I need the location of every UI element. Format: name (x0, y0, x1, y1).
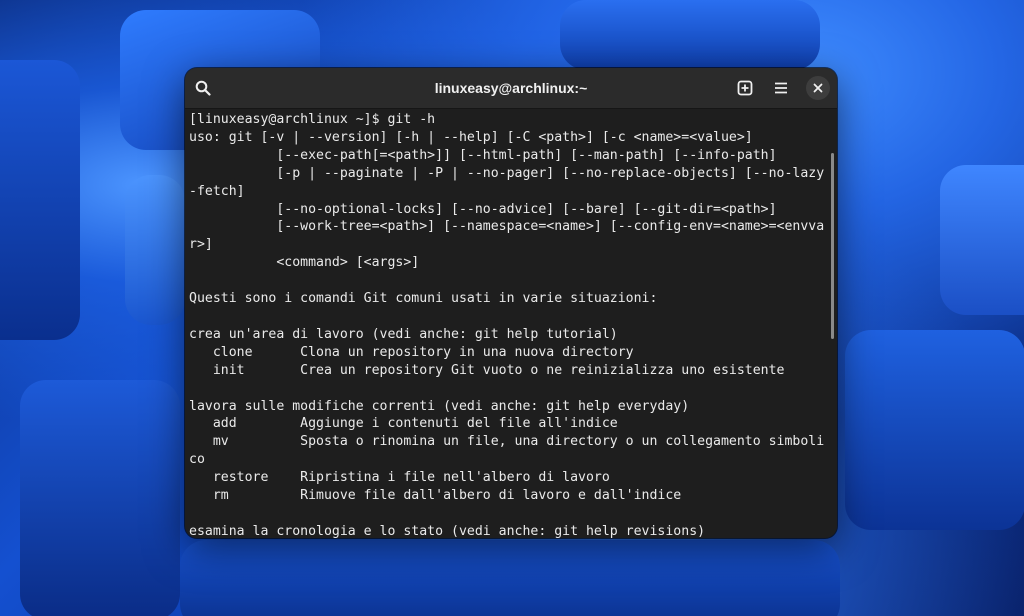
wallpaper-shape (0, 60, 80, 340)
terminal-line: rm Rimuove file dall'albero di lavoro e … (189, 488, 682, 504)
hamburger-menu-icon (775, 82, 787, 94)
terminal-line: [--no-optional-locks] [--no-advice] [--b… (189, 201, 777, 217)
search-icon (195, 80, 211, 96)
new-tab-button[interactable] (733, 76, 757, 100)
terminal-line: [--work-tree=<path>] [--namespace=<name>… (189, 219, 825, 235)
terminal-window[interactable]: linuxeasy@archlinux:~ [linuxeasy@archlin… (185, 68, 837, 538)
terminal-output[interactable]: [linuxeasy@archlinux ~]$ git -h uso: git … (185, 109, 837, 538)
terminal-line: clone Clona un repository in una nuova d… (189, 344, 634, 360)
close-button[interactable] (806, 76, 830, 100)
terminal-line: crea un'area di lavoro (vedi anche: git … (189, 326, 618, 342)
terminal-line: esamina la cronologia e lo stato (vedi a… (189, 523, 706, 538)
wallpaper-shape (560, 0, 820, 70)
terminal-line: [linuxeasy@archlinux ~]$ git -h (189, 112, 436, 127)
window-titlebar[interactable]: linuxeasy@archlinux:~ (185, 68, 837, 109)
terminal-line: mv Sposta o rinomina un file, una direct… (189, 434, 825, 450)
terminal-line: <command> [<args>] (189, 255, 420, 271)
terminal-line: r>] (189, 237, 213, 253)
search-button[interactable] (191, 76, 215, 100)
terminal-line: co (189, 452, 205, 468)
menu-button[interactable] (769, 76, 793, 100)
terminal-line: Questi sono i comandi Git comuni usati i… (189, 291, 658, 307)
wallpaper-shape (845, 330, 1024, 530)
terminal-line: -fetch] (189, 183, 245, 199)
wallpaper-shape (180, 540, 840, 616)
terminal-text: [linuxeasy@archlinux ~]$ git -h uso: git … (189, 111, 837, 538)
terminal-line: [-p | --paginate | -P | --no-pager] [--n… (189, 165, 825, 181)
terminal-line: restore Ripristina i file nell'albero di… (189, 470, 610, 486)
terminal-line: [--exec-path[=<path>]] [--html-path] [--… (189, 147, 777, 163)
close-icon (813, 83, 823, 93)
wallpaper-shape (940, 165, 1024, 315)
terminal-line: init Crea un repository Git vuoto o ne r… (189, 362, 785, 378)
wallpaper-shape (20, 380, 180, 616)
terminal-line: lavora sulle modifiche correnti (vedi an… (189, 398, 690, 414)
terminal-scrollbar[interactable] (831, 153, 834, 339)
terminal-line: add Aggiunge i contenuti del file all'in… (189, 416, 618, 432)
new-tab-icon (737, 80, 753, 96)
terminal-line: uso: git [-v | --version] [-h | --help] … (189, 129, 753, 145)
wallpaper-shape (125, 175, 185, 325)
